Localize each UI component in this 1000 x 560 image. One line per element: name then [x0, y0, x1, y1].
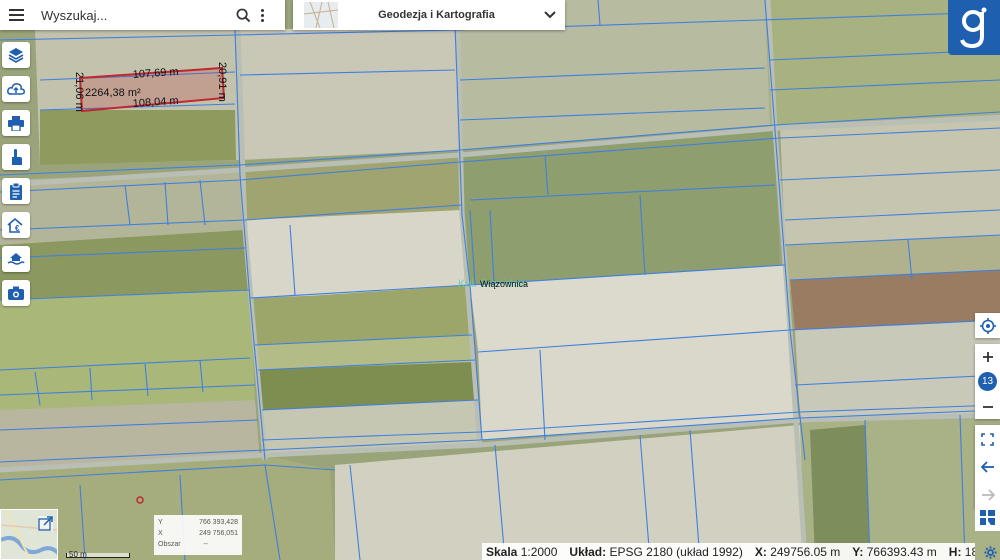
x-value: 249756.05 m: [770, 544, 841, 559]
menu-icon[interactable]: [0, 0, 32, 30]
measure-left-length: 21,06 m: [73, 72, 85, 112]
scale-bar: 50 m: [66, 550, 130, 560]
status-scale[interactable]: Skala 1:2000: [486, 545, 557, 559]
svg-text:€: €: [15, 224, 20, 233]
x-label: X:: [754, 544, 767, 559]
h-label: H:: [948, 544, 962, 559]
measure-right-length: 20,91 m: [216, 62, 228, 102]
y-label: Y:: [852, 544, 864, 559]
layer-selector[interactable]: Geodezja i Kartografia: [293, 0, 565, 30]
chevron-down-icon[interactable]: [535, 0, 565, 30]
scale-label: Skala: [486, 544, 518, 559]
popup-x-label: X: [158, 530, 163, 537]
zoom-group: 13: [975, 344, 1000, 419]
popup-y-label: Y: [158, 519, 163, 526]
popup-area-value: --: [203, 541, 208, 548]
crs-label: Układ:: [569, 544, 607, 559]
popup-area-label: Obszar: [158, 541, 181, 548]
h-value: 183.80: [964, 544, 975, 559]
layers-icon[interactable]: [2, 42, 30, 68]
place-label: Wiązownica: [480, 279, 528, 289]
back-icon[interactable]: [975, 453, 1000, 481]
popup-x-value: 249 756,051: [199, 530, 238, 537]
y-value: 766393.43 m: [866, 544, 937, 559]
status-x: X: 249756.05 m: [755, 545, 840, 559]
scale-value: 1:2000: [520, 544, 558, 559]
status-y: Y: 766393.43 m: [852, 545, 937, 559]
coordinate-popup: Y 766 393,428 X 249 756,051 Obszar --: [154, 515, 242, 555]
status-crs[interactable]: Układ: EPSG 2180 (układ 1992): [569, 545, 742, 559]
popup-y-value: 766 393,428: [199, 519, 238, 526]
status-bar: Skala 1:2000 Układ: EPSG 2180 (układ 199…: [482, 543, 975, 560]
more-options-icon[interactable]: [254, 0, 270, 30]
house-euro-icon[interactable]: €: [2, 212, 30, 238]
touch-icon[interactable]: [2, 144, 30, 170]
crs-value: EPSG 2180 (układ 1992): [609, 544, 743, 559]
view-group: [975, 425, 1000, 509]
search-input[interactable]: [32, 1, 232, 29]
left-toolbar: €: [2, 42, 30, 306]
zoom-out-icon[interactable]: [975, 394, 1000, 419]
camera-icon[interactable]: [2, 280, 30, 306]
flood-icon[interactable]: [2, 246, 30, 272]
clipboard-icon[interactable]: [2, 178, 30, 204]
logo-icon: [960, 7, 987, 48]
settings-gear-icon[interactable]: [980, 545, 1000, 560]
geoportal-logo[interactable]: [948, 0, 1000, 55]
cloud-upload-icon[interactable]: [2, 76, 30, 102]
layer-thumbnail: [304, 2, 338, 28]
zoom-level-badge: 13: [978, 372, 997, 391]
map-layers-panel-icon[interactable]: [975, 503, 1000, 531]
expand-minimap-icon[interactable]: [38, 516, 53, 531]
locate-icon[interactable]: [975, 313, 1000, 338]
right-toolbar: 13: [975, 313, 1000, 515]
fullscreen-icon[interactable]: [975, 425, 1000, 453]
print-icon[interactable]: [2, 110, 30, 136]
layer-title: Geodezja i Kartografia: [378, 9, 495, 21]
search-icon[interactable]: [232, 0, 254, 30]
locate-group: [975, 313, 1000, 338]
map-canvas[interactable]: 107,69 m 2264,38 m² 108,04 m 21,06 m 20,…: [0, 0, 1000, 560]
status-h: H: 183.80: [949, 545, 975, 559]
scale-bar-label: 50 m: [69, 550, 87, 559]
search-bar: [0, 0, 285, 30]
overview-minimap[interactable]: [0, 509, 58, 560]
zoom-in-icon[interactable]: [975, 344, 1000, 369]
